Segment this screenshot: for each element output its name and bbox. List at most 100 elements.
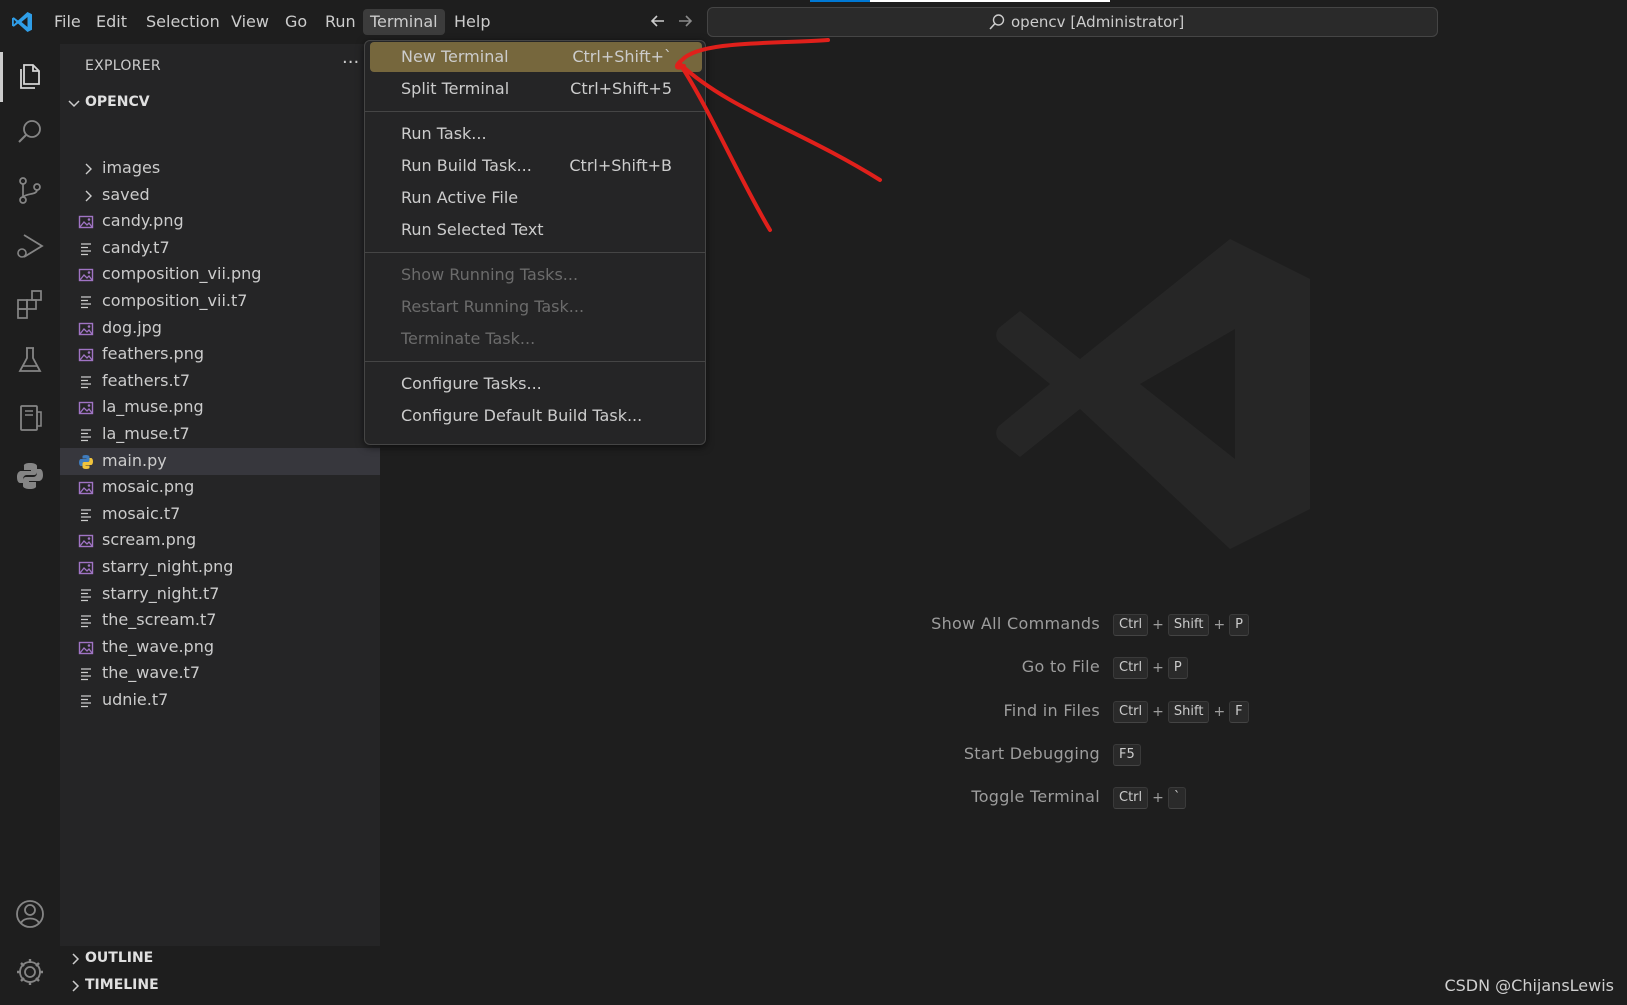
tree-item[interactable]: candy.png xyxy=(60,208,380,235)
folder-name: OPENCV xyxy=(85,94,150,110)
outline-pane[interactable]: OUTLINE xyxy=(60,946,380,972)
timeline-pane[interactable]: TIMELINE xyxy=(60,973,380,999)
tree-item[interactable]: candy.t7 xyxy=(60,235,380,262)
tree-item-label: dog.jpg xyxy=(102,317,162,337)
image-file-icon xyxy=(78,402,94,415)
menu-item-restart-running-task: Restart Running Task... xyxy=(370,292,702,322)
chevron-right-icon xyxy=(72,953,80,965)
menu-item-run-task[interactable]: Run Task... xyxy=(370,119,702,149)
tree-item[interactable]: saved xyxy=(60,182,380,209)
shortcut-keys: Ctrl + Shift + F xyxy=(1113,699,1249,725)
menu-item-split-terminal[interactable]: Split Terminal Ctrl+Shift+5 xyxy=(370,74,702,104)
menu-go[interactable]: Go xyxy=(278,9,314,35)
active-indicator xyxy=(0,52,3,102)
shortcut-label: Go to File xyxy=(1021,657,1100,676)
settings-gear-icon[interactable] xyxy=(12,954,48,990)
image-file-icon xyxy=(78,641,94,654)
tree-item-label: the_wave.png xyxy=(102,636,214,656)
tree-item[interactable]: starry_night.png xyxy=(60,554,380,581)
key-plus: + xyxy=(1213,617,1226,633)
command-center-label: opencv [Administrator] xyxy=(1011,13,1185,31)
tree-item[interactable]: the_wave.png xyxy=(60,634,380,661)
menu-item-run-build-task[interactable]: Run Build Task... Ctrl+Shift+B xyxy=(370,151,702,181)
keycap: F xyxy=(1229,701,1249,723)
python-file-icon xyxy=(79,454,93,469)
tree-item-label: mosaic.png xyxy=(102,477,195,497)
menu-view[interactable]: View xyxy=(224,9,276,35)
run-debug-icon[interactable] xyxy=(12,228,48,264)
python-icon[interactable] xyxy=(12,458,48,494)
keycap: Ctrl xyxy=(1113,614,1149,636)
menu-item-run-selected-text[interactable]: Run Selected Text xyxy=(370,215,702,245)
navigate-back-icon[interactable] xyxy=(648,11,668,31)
menu-run[interactable]: Run xyxy=(318,9,363,35)
tree-item[interactable]: la_muse.t7 xyxy=(60,421,380,448)
text-file-icon xyxy=(81,588,91,601)
image-file-icon xyxy=(78,481,94,495)
image-file-icon xyxy=(78,215,94,229)
tree-item[interactable]: la_muse.png xyxy=(60,394,380,421)
extensions-icon[interactable] xyxy=(12,286,48,322)
menu-file[interactable]: File xyxy=(47,9,88,35)
tree-item[interactable]: dog.jpg xyxy=(60,315,380,342)
keycap: Shift xyxy=(1167,701,1210,723)
menu-item-label: Terminate Task... xyxy=(401,329,536,348)
tree-item[interactable]: mosaic.t7 xyxy=(60,501,380,528)
source-control-icon[interactable] xyxy=(12,172,48,208)
menu-edit[interactable]: Edit xyxy=(89,9,134,35)
menu-terminal[interactable]: Terminal xyxy=(363,9,445,35)
explorer-icon[interactable] xyxy=(12,58,48,94)
tree-item-label: the_wave.t7 xyxy=(102,663,200,683)
folder-opencv[interactable]: OPENCV xyxy=(60,90,380,116)
key-plus: + xyxy=(1152,617,1164,633)
testing-icon[interactable] xyxy=(12,342,48,378)
tree-item[interactable]: scream.png xyxy=(60,527,380,554)
tree-item-label: candy.png xyxy=(102,211,184,231)
tree-item[interactable]: starry_night.t7 xyxy=(60,581,380,608)
image-file-icon xyxy=(78,535,94,548)
search-icon[interactable] xyxy=(12,114,48,150)
tree-item-label: main.py xyxy=(102,450,167,470)
tree-item[interactable]: composition_vii.png xyxy=(60,261,380,288)
tree-item[interactable]: images xyxy=(60,155,380,182)
tree-item-label: la_muse.t7 xyxy=(102,424,190,443)
keycap: Ctrl xyxy=(1113,701,1149,723)
menu-item-label: Run Active File xyxy=(401,188,519,207)
key-plus: + xyxy=(1213,704,1226,720)
tree-item[interactable]: feathers.png xyxy=(60,341,380,368)
remote-explorer-icon[interactable] xyxy=(12,400,48,436)
shortcut-hint: Find in Files Ctrl + Shift + F xyxy=(940,699,1440,727)
menu-item-new-terminal[interactable]: New Terminal Ctrl+Shift+` xyxy=(370,42,702,72)
chevron-right-icon xyxy=(85,190,92,202)
shortcut-hint: Start Debugging F5 xyxy=(940,742,1440,770)
menu-item-configure-tasks[interactable]: Configure Tasks... xyxy=(370,369,702,399)
tree-item[interactable]: main.py xyxy=(60,447,380,475)
menu-help[interactable]: Help xyxy=(447,9,497,35)
tree-item[interactable]: the_wave.t7 xyxy=(60,660,380,687)
image-file-icon xyxy=(78,322,94,335)
text-file-icon xyxy=(81,296,91,309)
tree-item[interactable]: mosaic.png xyxy=(60,474,380,501)
menu-item-label: New Terminal xyxy=(401,47,509,66)
image-file-icon xyxy=(78,269,94,282)
tree-item[interactable]: feathers.t7 xyxy=(60,368,380,395)
command-center-search[interactable]: opencv [Administrator] xyxy=(707,7,1438,37)
menu-item-configure-default-build-task[interactable]: Configure Default Build Task... xyxy=(370,401,702,431)
navigate-forward-icon[interactable] xyxy=(675,11,695,31)
tree-item[interactable]: udnie.t7 xyxy=(60,687,380,714)
menu-separator xyxy=(365,252,705,253)
account-icon[interactable] xyxy=(12,896,48,932)
explorer-header: EXPLORER xyxy=(85,58,161,74)
tree-item[interactable]: the_scream.t7 xyxy=(60,607,380,634)
key-plus: + xyxy=(1152,660,1164,676)
menu-selection[interactable]: Selection xyxy=(139,9,227,35)
search-icon xyxy=(989,14,1005,30)
tree-item[interactable]: composition_vii.t7 xyxy=(60,288,380,315)
timeline-title: TIMELINE xyxy=(85,977,159,993)
menu-item-label: Configure Tasks... xyxy=(401,374,542,393)
menu-item-show-running-tasks: Show Running Tasks... xyxy=(370,260,702,290)
more-actions-button[interactable]: ··· xyxy=(342,52,359,73)
text-file-icon xyxy=(81,668,91,681)
menu-item-label: Run Selected Text xyxy=(401,220,544,239)
menu-item-run-active-file[interactable]: Run Active File xyxy=(370,183,702,213)
